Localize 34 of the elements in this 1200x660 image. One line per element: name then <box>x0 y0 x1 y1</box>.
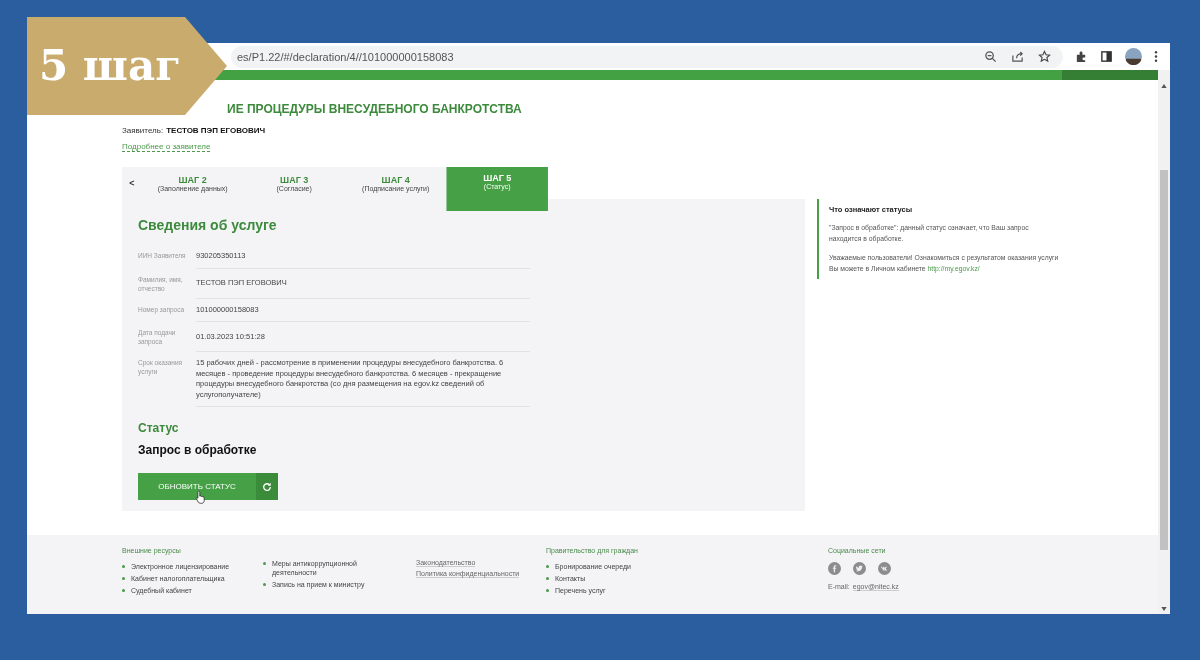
bullet-icon <box>263 583 266 587</box>
applicant-name: ТЕСТОВ ПЭП ЕГОВОВИЧ <box>166 126 266 135</box>
bullet-icon <box>263 562 266 565</box>
bullet-icon <box>546 565 549 568</box>
star-icon[interactable] <box>1038 50 1051 63</box>
bullet-icon <box>546 577 549 581</box>
applicant-details-link[interactable]: Подробнее о заявителе <box>122 142 211 152</box>
status-value: Запрос в обработке <box>138 443 258 458</box>
step-badge: 5 шаг <box>27 17 227 115</box>
bullet-icon <box>122 565 125 568</box>
scrollbar[interactable] <box>1158 70 1170 614</box>
side-panel-icon[interactable] <box>1100 50 1113 63</box>
twitter-icon[interactable] <box>853 562 866 575</box>
hand-cursor-icon <box>195 490 206 505</box>
section-heading: Сведения об услуге <box>138 217 278 233</box>
address-bar[interactable]: es/P1.22/#/declaration/4//101000000158083 <box>231 45 1063 68</box>
zoom-icon[interactable] <box>984 50 997 63</box>
share-icon[interactable] <box>1011 50 1024 63</box>
scroll-down-icon[interactable] <box>1161 607 1167 611</box>
refresh-icon <box>262 481 272 492</box>
applicant-label: Заявитель: <box>122 126 164 135</box>
scroll-up-icon[interactable] <box>1161 84 1167 88</box>
bullet-icon <box>546 589 549 593</box>
scroll-thumb[interactable] <box>1160 170 1168 550</box>
puzzle-icon[interactable] <box>1075 50 1088 63</box>
status-heading: Статус <box>138 421 180 436</box>
url-text: es/P1.22/#/declaration/4//101000000158083 <box>237 50 455 63</box>
menu-icon[interactable] <box>1154 50 1158 63</box>
avatar[interactable] <box>1125 48 1142 65</box>
bullet-icon <box>122 589 125 593</box>
page-title: ИЕ ПРОЦЕДУРЫ ВНЕСУДЕБНОГО БАНКРОТСТВА <box>227 102 523 116</box>
bullet-icon <box>122 577 125 581</box>
vk-icon[interactable] <box>878 562 891 575</box>
facebook-icon[interactable] <box>828 562 841 575</box>
